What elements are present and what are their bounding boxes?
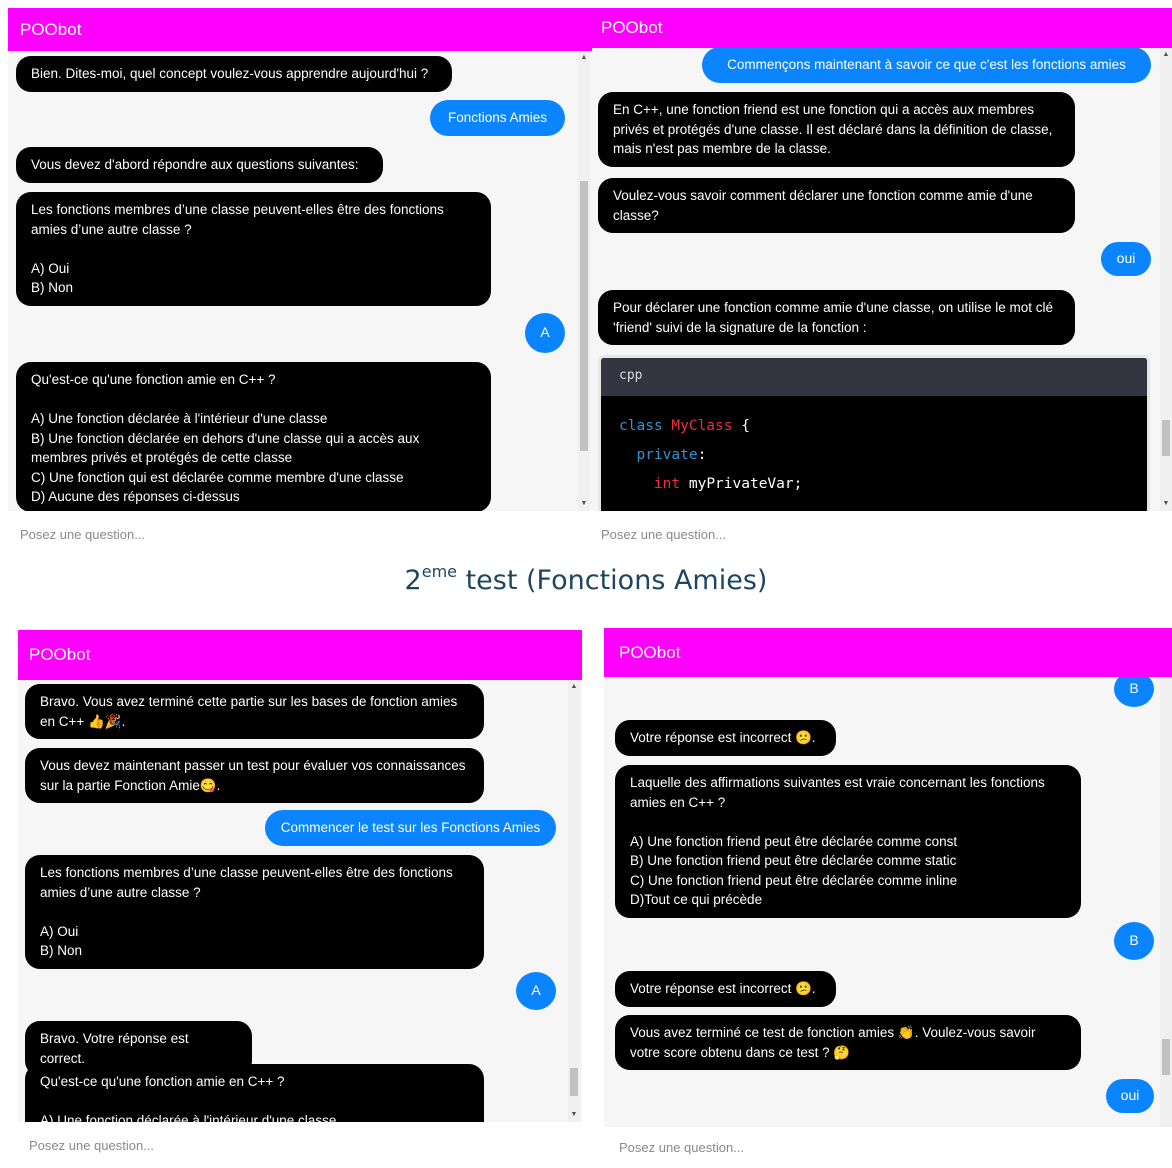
code-keyword: class bbox=[619, 418, 663, 434]
question-input[interactable]: Posez une question... bbox=[18, 1122, 582, 1168]
chat-title: POObot bbox=[20, 19, 82, 39]
bot-message: Vous devez maintenant passer un test pou… bbox=[25, 748, 484, 803]
code-language: cpp bbox=[601, 358, 1147, 396]
chat-header: POObot bbox=[604, 628, 1172, 677]
user-message: oui bbox=[1101, 242, 1151, 276]
bot-message: Vous avez terminé ce test de fonction am… bbox=[615, 1015, 1081, 1070]
caption-text: test (Fonctions Amies) bbox=[457, 565, 768, 596]
chat-body: B Votre réponse est incorrect 😕. Laquell… bbox=[604, 677, 1172, 1127]
user-message: oui bbox=[1106, 1079, 1154, 1113]
chat-panel-2: POObot Commençons maintenant à savoir ce… bbox=[592, 8, 1172, 558]
user-message: Commencer le test sur les Fonctions Amie… bbox=[265, 810, 556, 846]
user-message: A bbox=[516, 972, 556, 1010]
bot-message: Pour déclarer une fonction comme amie d'… bbox=[598, 290, 1075, 345]
scroll-down-icon[interactable]: ▼ bbox=[578, 499, 590, 509]
bot-message: Qu'est-ce qu'une fonction amie en C++ ? … bbox=[16, 362, 491, 511]
scroll-down-icon[interactable]: ▼ bbox=[568, 1110, 580, 1120]
input-placeholder: Posez une question... bbox=[619, 1140, 745, 1155]
bot-message: Bravo. Vous avez terminé cette partie su… bbox=[25, 684, 484, 739]
scroll-up-icon[interactable]: ▲ bbox=[568, 682, 580, 692]
user-message: A bbox=[525, 313, 565, 353]
bot-message: Votre réponse est incorrect 😕. bbox=[615, 971, 836, 1007]
scrollbar-thumb[interactable] bbox=[1162, 420, 1170, 456]
input-placeholder: Posez une question... bbox=[20, 527, 146, 542]
scrollbar[interactable] bbox=[1160, 677, 1172, 1127]
user-message: Commençons maintenant à savoir ce que c'… bbox=[702, 48, 1151, 83]
chat-panel-4: POObot B Votre réponse est incorrect 😕. … bbox=[604, 628, 1172, 1168]
scrollbar[interactable]: ▲ ▼ bbox=[568, 680, 580, 1122]
code-content: class MyClass { private: int myPrivateVa… bbox=[601, 396, 1147, 511]
scrollbar[interactable]: ▲ ▼ bbox=[578, 51, 590, 511]
chat-title: POObot bbox=[619, 642, 681, 662]
chat-header: POObot bbox=[18, 630, 582, 680]
question-input[interactable]: Posez une question... bbox=[604, 1127, 1172, 1168]
code-block: cpp class MyClass { private: int myPriva… bbox=[598, 355, 1150, 511]
code-colon: : bbox=[697, 447, 707, 463]
user-message: B bbox=[1114, 677, 1154, 707]
scrollbar-thumb[interactable] bbox=[580, 181, 588, 451]
code-keyword: private bbox=[636, 447, 698, 463]
caption-superscript: eme bbox=[421, 562, 457, 581]
caption-number: 2 bbox=[404, 565, 422, 596]
chat-body: Bien. Dites-moi, quel concept voulez-vou… bbox=[8, 51, 592, 511]
scrollbar-thumb[interactable] bbox=[570, 1068, 578, 1096]
question-input[interactable]: Posez une question... bbox=[592, 511, 1172, 558]
bot-message: Qu'est-ce qu'une fonction amie en C++ ? … bbox=[25, 1064, 484, 1122]
scroll-up-icon[interactable]: ▲ bbox=[578, 53, 590, 63]
chat-body: Bravo. Vous avez terminé cette partie su… bbox=[18, 680, 582, 1122]
scroll-down-icon[interactable]: ▼ bbox=[1160, 499, 1172, 509]
chat-body: Commençons maintenant à savoir ce que c'… bbox=[592, 48, 1172, 511]
code-type: int bbox=[653, 476, 681, 492]
chat-panel-3: POObot Bravo. Vous avez terminé cette pa… bbox=[18, 630, 582, 1168]
bot-message: Voulez-vous savoir comment déclarer une … bbox=[598, 178, 1075, 233]
user-message: Fonctions Amies bbox=[430, 100, 565, 136]
scrollbar[interactable]: ▲ ▼ bbox=[1160, 48, 1172, 511]
bot-message: Les fonctions membres d’une classe peuve… bbox=[25, 855, 484, 969]
chat-title: POObot bbox=[29, 645, 91, 664]
figure-caption: 2eme test (Fonctions Amies) bbox=[0, 562, 1172, 596]
user-message: B bbox=[1114, 922, 1154, 960]
bot-message: Laquelle des affirmations suivantes est … bbox=[615, 765, 1081, 918]
bot-message: Les fonctions membres d’une classe peuve… bbox=[16, 192, 491, 306]
code-brace: { bbox=[732, 418, 750, 434]
code-class-name: MyClass bbox=[671, 418, 733, 434]
code-var: myPrivateVar; bbox=[680, 476, 803, 492]
scroll-up-icon[interactable]: ▲ bbox=[1160, 50, 1172, 60]
bot-message: Bien. Dites-moi, quel concept voulez-vou… bbox=[16, 56, 452, 92]
chat-header: POObot bbox=[8, 8, 592, 51]
chat-panel-1: POObot Bien. Dites-moi, quel concept vou… bbox=[8, 8, 592, 558]
input-placeholder: Posez une question... bbox=[29, 1137, 155, 1153]
scrollbar-thumb[interactable] bbox=[1162, 1039, 1170, 1075]
bot-message: Vous devez d'abord répondre aux question… bbox=[16, 147, 383, 183]
chat-title: POObot bbox=[601, 18, 663, 37]
input-placeholder: Posez une question... bbox=[601, 527, 727, 542]
question-input[interactable]: Posez une question... bbox=[8, 511, 592, 558]
chat-header: POObot bbox=[592, 8, 1172, 48]
bot-message: Votre réponse est incorrect 😕. bbox=[615, 720, 836, 756]
bot-message: En C++, une fonction friend est une fonc… bbox=[598, 92, 1075, 167]
